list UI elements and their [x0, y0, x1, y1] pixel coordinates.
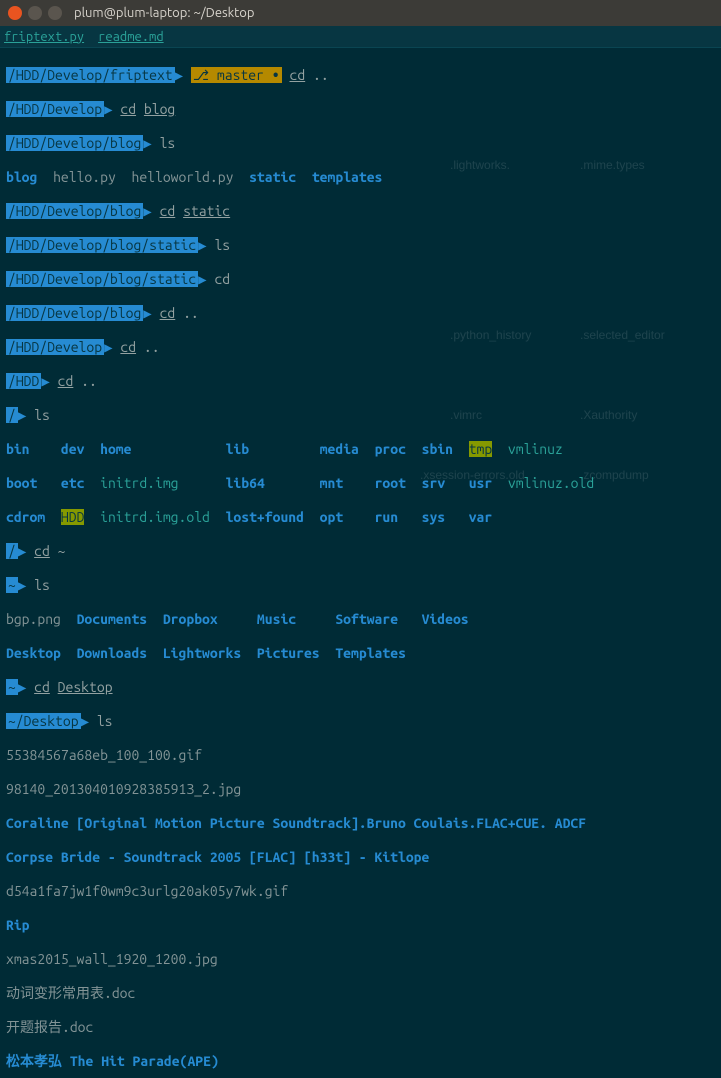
prompt-line: ~▶ cd Desktop	[6, 679, 715, 696]
ls-output: Corpse Bride - Soundtrack 2005 [FLAC] [h…	[6, 849, 715, 866]
prompt-line: /HDD/Develop/friptext▶ ⎇ master • cd ..	[6, 67, 715, 84]
ls-output: 松本孝弘 The Hit Parade(APE)	[6, 1053, 715, 1070]
prompt-line: /HDD/Develop▶ cd blog	[6, 101, 715, 118]
ls-output: d54a1fa7jw1f0wm9c3urlg20ak05y7wk.gif	[6, 883, 715, 900]
close-icon[interactable]	[8, 6, 22, 20]
editor-tabbar: friptext.py readme.md	[0, 26, 721, 48]
ls-output: 98140_20130401092838591З_2.jpg	[6, 781, 715, 798]
ls-output: xmas2015_wall_1920_1200.jpg	[6, 951, 715, 968]
ls-output: bgp.png Documents Dropbox Music Software…	[6, 611, 715, 628]
ls-output: 开题报告.doc	[6, 1019, 715, 1036]
prompt-line: ~/Desktop▶ ls	[6, 713, 715, 730]
window-title: plum@plum-laptop: ~/Desktop	[74, 6, 254, 20]
window-titlebar: plum@plum-laptop: ~/Desktop	[0, 0, 721, 26]
ls-output: blog hello.py helloworld.py static templ…	[6, 169, 715, 186]
prompt-line: /▶ ls	[6, 407, 715, 424]
ls-output: 动词变形常用表.doc	[6, 985, 715, 1002]
ls-output: cdrom HDD initrd.img.old lost+found opt …	[6, 509, 715, 526]
prompt-line: /HDD/Develop/blog/static▶ cd	[6, 271, 715, 288]
ls-output: boot etc initrd.img lib64 mnt root srv u…	[6, 475, 715, 492]
tab-readme[interactable]: readme.md	[98, 30, 164, 44]
prompt-line: /▶ cd ~	[6, 543, 715, 560]
ls-output: bin dev home lib media proc sbin tmp vml…	[6, 441, 715, 458]
minimize-icon[interactable]	[28, 6, 42, 20]
window-buttons	[8, 6, 62, 20]
ls-output: Rip	[6, 917, 715, 934]
prompt-line: /HDD/Develop/blog▶ cd ..	[6, 305, 715, 322]
tab-friptext[interactable]: friptext.py	[4, 30, 84, 44]
prompt-line: ~▶ ls	[6, 577, 715, 594]
ls-output: 55384567a68eb_100_100.gif	[6, 747, 715, 764]
prompt-line: /HDD/Develop▶ cd ..	[6, 339, 715, 356]
maximize-icon[interactable]	[48, 6, 62, 20]
prompt-line: /HDD/Develop/blog▶ ls	[6, 135, 715, 152]
prompt-line: /HDD/Develop/blog▶ cd static	[6, 203, 715, 220]
terminal-output[interactable]: /HDD/Develop/friptext▶ ⎇ master • cd .. …	[0, 48, 721, 1078]
prompt-line: /HDD▶ cd ..	[6, 373, 715, 390]
ls-output: Desktop Downloads Lightworks Pictures Te…	[6, 645, 715, 662]
ls-output: Coraline [Original Motion Picture Soundt…	[6, 815, 715, 832]
prompt-line: /HDD/Develop/blog/static▶ ls	[6, 237, 715, 254]
